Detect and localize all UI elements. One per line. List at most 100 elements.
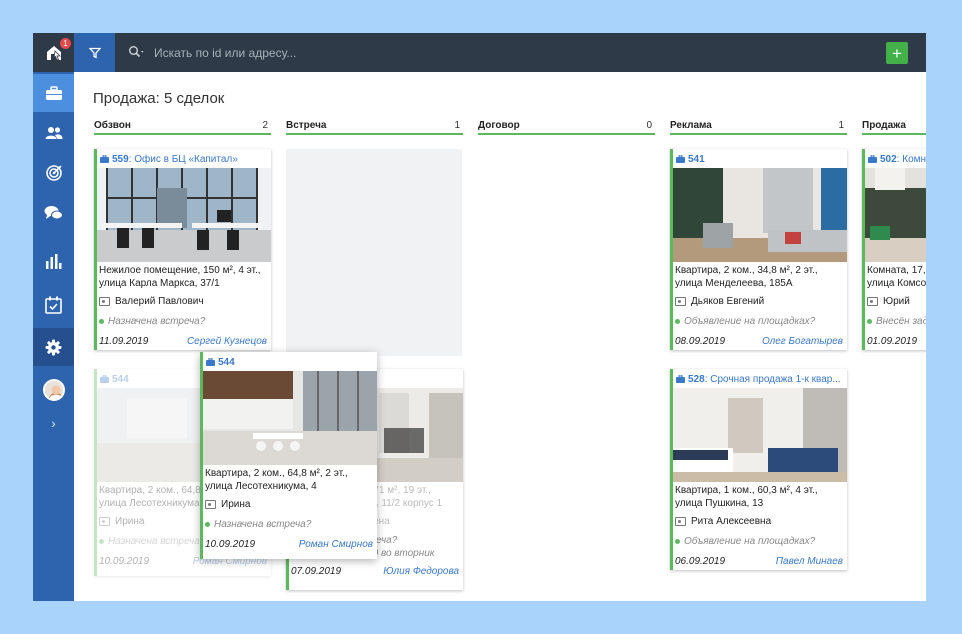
deal-next-step[interactable]: Назначена встреча? bbox=[97, 310, 271, 330]
deal-date: 10.09.2019 bbox=[99, 556, 150, 567]
sidebar-item-clients[interactable] bbox=[33, 114, 74, 152]
sidebar-item-deals[interactable] bbox=[33, 74, 74, 112]
deal-manager[interactable]: Олег Богатырев bbox=[762, 336, 843, 347]
deal-date: 06.09.2019 bbox=[675, 556, 726, 567]
contact-card-icon bbox=[675, 516, 686, 526]
sidebar-item-tasks[interactable] bbox=[33, 286, 74, 324]
status-dot bbox=[675, 318, 680, 324]
deal-id[interactable]: 559 bbox=[112, 154, 129, 165]
deal-id[interactable]: 544 bbox=[218, 357, 235, 368]
calendar-check-icon bbox=[45, 296, 62, 314]
deal-id[interactable]: 502 bbox=[880, 154, 897, 165]
deal-description-line: улица Пушкина, 13 bbox=[675, 498, 764, 509]
add-button[interactable]: + bbox=[886, 42, 908, 64]
deal-footer: 11.09.2019 Сергей Кузнецов bbox=[97, 330, 271, 350]
deal-manager[interactable]: Сергей Кузнецов bbox=[187, 336, 267, 347]
contact-name[interactable]: Юрий bbox=[883, 296, 910, 307]
deal-name[interactable]: : Срочная продажа 1-к квар... bbox=[705, 374, 841, 385]
deal-card-title[interactable]: 544 bbox=[203, 352, 377, 371]
deal-card[interactable]: 528: Срочная продажа 1-к квар... Квартир… bbox=[670, 369, 847, 570]
deal-contact[interactable]: Валерий Павлович bbox=[97, 292, 271, 310]
contact-name[interactable]: Рита Алексеевна bbox=[691, 516, 771, 527]
column-header-ads: Реклама 1 bbox=[670, 120, 847, 135]
briefcase-icon bbox=[676, 375, 685, 383]
contact-card-icon bbox=[867, 296, 878, 306]
deal-next-step[interactable]: Назначена встреча? bbox=[203, 513, 377, 533]
next-step-text: Объявление на площадках? bbox=[684, 316, 816, 327]
contact-card-icon bbox=[99, 296, 110, 306]
deal-card-title[interactable]: 559: Офис в БЦ «Капитал» bbox=[97, 149, 271, 168]
deal-date: 08.09.2019 bbox=[675, 336, 726, 347]
app-logo[interactable]: 1 bbox=[33, 33, 74, 72]
deal-contact[interactable]: Рита Алексеевна bbox=[673, 512, 847, 530]
briefcase-icon bbox=[100, 375, 109, 383]
column-title: Встреча bbox=[286, 120, 327, 131]
deal-contact[interactable]: Ирина bbox=[203, 495, 377, 513]
filter-icon bbox=[88, 47, 101, 59]
deal-description: Комната, 17, улица Комсо bbox=[865, 262, 926, 292]
column-count: 1 bbox=[454, 120, 460, 131]
sidebar-item-messages[interactable] bbox=[33, 194, 74, 232]
deal-description: Квартира, 2 ком., 64,8 м², 2 эт., улица Л… bbox=[203, 465, 377, 495]
contact-name[interactable]: Дьяков Евгений bbox=[691, 296, 764, 307]
deal-id[interactable]: 541 bbox=[688, 154, 705, 165]
users-icon bbox=[45, 127, 62, 139]
status-dot bbox=[99, 318, 104, 324]
deal-footer: 01.09.2019 bbox=[865, 330, 926, 350]
deal-card[interactable]: 502: Комн Комната, 17, улица Комсо Юрий В… bbox=[862, 149, 926, 350]
contact-card-icon bbox=[675, 296, 686, 306]
filter-button[interactable] bbox=[74, 33, 115, 72]
avatar-image bbox=[44, 381, 63, 399]
contact-name[interactable]: Ирина bbox=[221, 499, 250, 510]
deal-footer: 06.09.2019 Павел Минаев bbox=[673, 550, 847, 570]
property-photo bbox=[673, 168, 847, 262]
notification-badge: 1 bbox=[60, 38, 71, 49]
deal-description: Нежилое помещение, 150 м², 4 эт., улица К… bbox=[97, 262, 271, 292]
bar-chart-icon bbox=[46, 254, 62, 269]
deal-next-step[interactable]: Внесён зад bbox=[865, 310, 926, 330]
deal-manager[interactable]: Юлия Федорова bbox=[383, 566, 459, 577]
column-header-meeting: Встреча 1 bbox=[286, 120, 463, 135]
deal-id[interactable]: 528 bbox=[688, 374, 705, 385]
column-header-sale: Продажа bbox=[862, 120, 926, 135]
deal-card[interactable]: 541 Квартира, 2 ком., 34,8 м², 2 эт., ули… bbox=[670, 149, 847, 350]
deal-next-step[interactable]: Объявление на площадках? bbox=[673, 310, 847, 330]
sidebar-item-analytics[interactable] bbox=[33, 243, 74, 281]
search-icon[interactable] bbox=[128, 45, 146, 59]
next-step-text: Назначена встреча? bbox=[214, 519, 312, 530]
deal-name[interactable]: : Офис в БЦ «Капитал» bbox=[129, 154, 238, 165]
sidebar-expand-button[interactable]: › bbox=[33, 404, 74, 442]
deal-card-title[interactable]: 528: Срочная продажа 1-к квар... bbox=[673, 369, 847, 388]
sidebar-item-settings[interactable] bbox=[33, 328, 74, 366]
deal-manager[interactable]: Роман Смирнов bbox=[299, 539, 373, 550]
deal-card-title[interactable]: 502: Комн bbox=[865, 149, 926, 168]
column-count: 1 bbox=[838, 120, 844, 131]
deal-card-title[interactable]: 541 bbox=[673, 149, 847, 168]
property-photo bbox=[97, 168, 271, 262]
deal-description-line: улица Менделеева, 185А bbox=[675, 278, 793, 289]
deal-card[interactable]: 559: Офис в БЦ «Капитал» Нежилое помещен… bbox=[94, 149, 271, 350]
search-input[interactable] bbox=[154, 43, 754, 63]
deal-next-step[interactable]: Объявление на площадках? bbox=[673, 530, 847, 550]
status-dot bbox=[675, 538, 680, 544]
deal-date: 11.09.2019 bbox=[99, 336, 149, 347]
sidebar-item-targets[interactable] bbox=[33, 154, 74, 192]
briefcase-icon bbox=[206, 358, 215, 366]
avatar bbox=[42, 379, 65, 401]
contact-card-icon bbox=[99, 516, 110, 526]
deal-manager[interactable]: Павел Минаев bbox=[776, 556, 843, 567]
deal-footer: 10.09.2019 Роман Смирнов bbox=[203, 533, 377, 553]
deal-contact[interactable]: Дьяков Евгений bbox=[673, 292, 847, 310]
column-header-calls: Обзвон 2 bbox=[94, 120, 271, 135]
screenshot-frame: 1 › Искать по id или адресу... + Продажа… bbox=[0, 0, 962, 634]
contact-name[interactable]: Валерий Павлович bbox=[115, 296, 204, 307]
chevron-right-icon: › bbox=[51, 415, 56, 431]
drop-placeholder[interactable] bbox=[286, 149, 462, 356]
topbar: + bbox=[74, 33, 926, 72]
deal-card-dragging[interactable]: 544 Квартира, 2 ком., 64,8 м², 2 эт., ули… bbox=[200, 352, 377, 559]
deal-contact[interactable]: Юрий bbox=[865, 292, 926, 310]
briefcase-icon bbox=[676, 155, 685, 163]
deal-name[interactable]: : Комн bbox=[897, 154, 926, 165]
deal-date: 07.09.2019 bbox=[291, 566, 342, 577]
app-window: 1 › Искать по id или адресу... + Продажа… bbox=[33, 33, 926, 601]
